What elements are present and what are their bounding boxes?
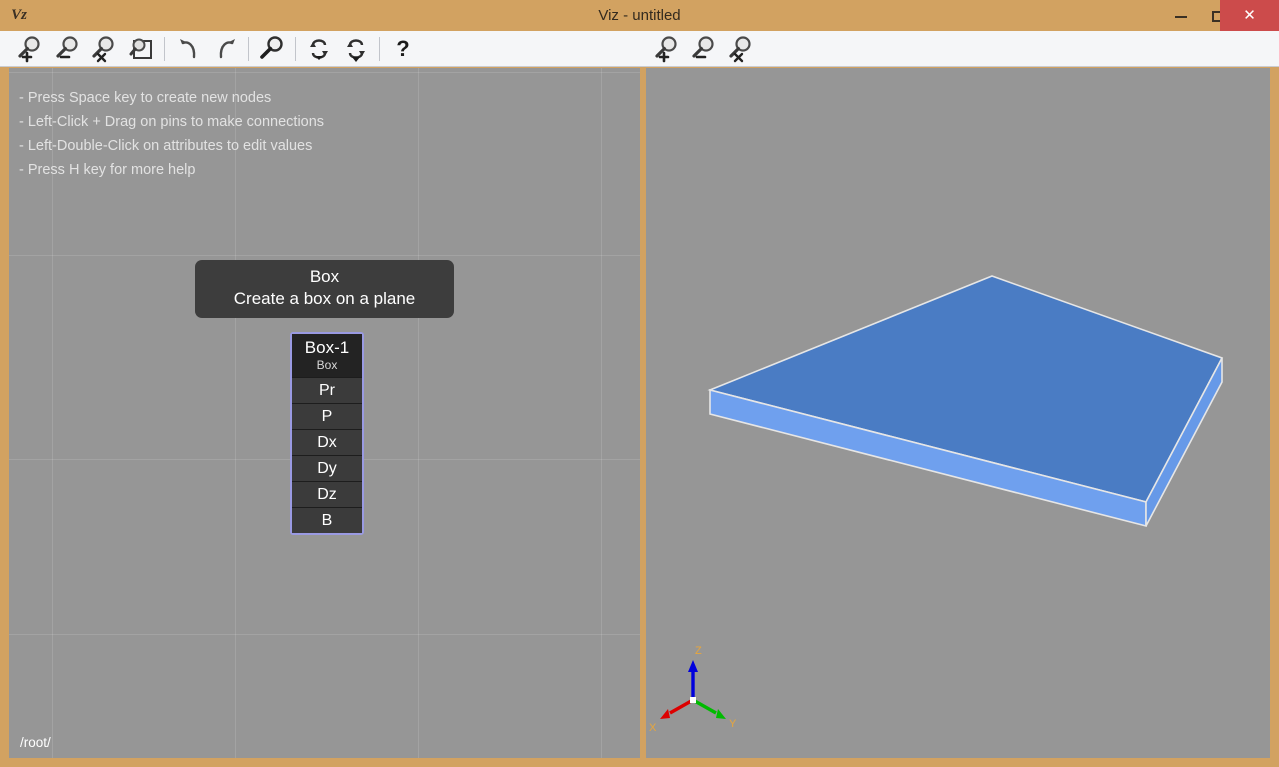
grid-line [601,68,602,758]
axis-gizmo: Z X Y [649,645,737,734]
node-attribute-label: Dx [317,434,337,451]
tooltip-description: Create a box on a plane [203,288,446,310]
graph-node-box-1[interactable]: Box-1 Box Pr P Dx Dy [290,332,364,535]
node-output-pin[interactable] [356,462,373,476]
node-graph-canvas[interactable]: - Press Space key to create new nodes - … [9,68,640,758]
axis-label-x: X [649,722,657,734]
node-input-pin[interactable] [281,488,298,502]
graph-toolbar: ? [0,31,640,67]
help-line: - Left-Double-Click on attributes to edi… [19,134,324,158]
grid-line [9,72,640,73]
node-attribute-label: Pr [319,382,335,399]
node-attribute-row[interactable]: P [292,403,362,429]
minimize-button[interactable] [1160,0,1202,31]
node-attribute-row[interactable]: Dx [292,429,362,455]
close-icon: ✕ [1243,7,1256,24]
node-attribute-label: P [322,408,333,425]
zoom-out-icon[interactable] [51,33,83,65]
node-header[interactable]: Box-1 Box [292,334,362,377]
node-output-pin[interactable] [356,488,373,502]
status-path: /root/ [20,735,51,750]
sync-up-icon[interactable] [303,33,335,65]
node-title: Box-1 [292,337,362,358]
window-title: Viz - untitled [0,0,1279,31]
zoom-reset-icon[interactable] [87,33,119,65]
axis-label-z: Z [695,645,702,657]
toolbar-separator [379,37,380,61]
grid-line [418,68,419,758]
help-line: - Press H key for more help [19,158,324,182]
zoom-fit-page-icon[interactable] [125,33,157,65]
node-output-pin[interactable] [356,410,373,424]
redo-icon[interactable] [211,33,243,65]
help-line: - Left-Click + Drag on pins to make conn… [19,110,324,134]
toolbar-separator [164,37,165,61]
undo-icon[interactable] [172,33,204,65]
node-attribute-label: B [322,512,333,529]
zoom-in-icon[interactable] [13,33,45,65]
node-attribute-row[interactable]: Dz [292,481,362,507]
node-output-pin[interactable] [356,384,373,398]
node-input-pin[interactable] [281,462,298,476]
node-attribute-label: Dz [317,486,337,503]
graph-help-text: - Press Space key to create new nodes - … [19,86,324,182]
node-input-pin[interactable] [281,384,298,398]
viewport-scene: Z X Y [646,68,1270,758]
node-input-pin[interactable] [281,410,298,424]
grid-line [9,634,640,635]
grid-line [9,255,640,256]
minimize-icon [1175,16,1187,18]
axis-origin [690,697,696,703]
viewport-toolbar [640,31,1279,67]
node-input-pin[interactable] [281,436,298,450]
close-button[interactable]: ✕ [1220,0,1279,31]
viz-application-window: Vz Viz - untitled ✕ [0,0,1279,767]
viewport-zoom-reset-icon[interactable] [724,33,756,65]
node-attribute-label: Dy [317,460,337,477]
viewport-zoom-out-icon[interactable] [687,33,719,65]
tooltip-title: Box [203,266,446,288]
node-type: Box [292,358,362,373]
title-bar[interactable]: Vz Viz - untitled ✕ [0,0,1279,31]
node-attribute-row[interactable]: Pr [292,377,362,403]
help-icon[interactable]: ? [387,33,419,65]
toolbar-separator [295,37,296,61]
sync-down-icon[interactable] [340,33,372,65]
help-glyph: ? [387,33,419,65]
viewport-zoom-in-icon[interactable] [650,33,682,65]
node-output-pin[interactable] [356,514,373,528]
node-attribute-row[interactable]: Dy [292,455,362,481]
node-attribute-row[interactable]: B [292,507,362,533]
help-line: - Press Space key to create new nodes [19,86,324,110]
node-output-pin[interactable] [356,436,373,450]
node-tooltip: Box Create a box on a plane [195,260,454,318]
toolbar-separator [248,37,249,61]
find-icon[interactable] [256,33,288,65]
axis-label-y: Y [729,718,737,730]
3d-viewport[interactable]: Z X Y [646,68,1270,758]
